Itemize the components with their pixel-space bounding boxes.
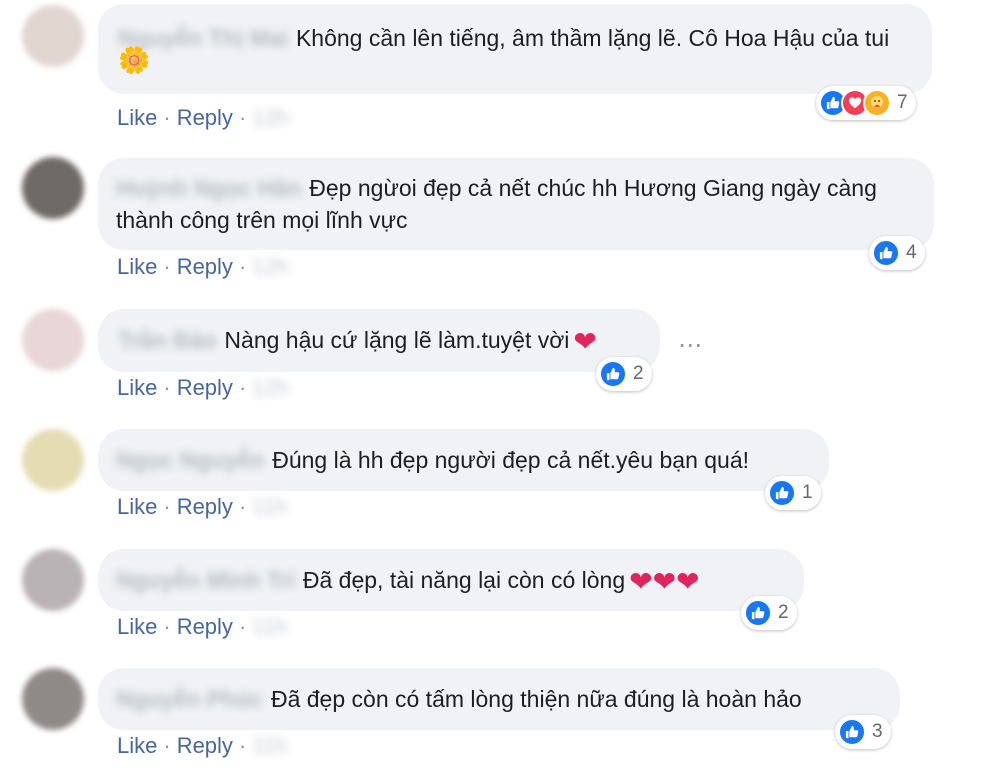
avatar[interactable] (22, 429, 84, 491)
comment-actions: Like · Reply · 12h (117, 105, 289, 131)
comment-bubble: Nguyễn Minh Trí Đã đẹp, tài năng lại còn … (98, 549, 804, 611)
like-reaction-icon (744, 599, 772, 627)
avatar[interactable] (22, 549, 84, 611)
timestamp[interactable]: 12h (252, 105, 289, 130)
reaction-count: 2 (778, 602, 789, 623)
avatar[interactable] (22, 668, 84, 730)
reply-link[interactable]: Reply (177, 254, 233, 279)
reaction-count: 7 (897, 92, 908, 113)
like-reaction-icon (599, 360, 627, 388)
reaction-summary[interactable]: 1 (765, 476, 821, 510)
timestamp[interactable]: 12h (252, 375, 289, 400)
like-link[interactable]: Like (117, 375, 157, 400)
heart-emoji: ❤ (573, 326, 597, 357)
timestamp[interactable]: 11h (252, 494, 287, 519)
comment-text: Đã đẹp, tài năng lại còn có lòng (302, 567, 626, 593)
like-reaction-icon (838, 718, 866, 746)
separator: · (163, 733, 171, 758)
commenter-name[interactable]: Trần Bảo (118, 324, 216, 356)
separator: · (163, 375, 171, 400)
like-link[interactable]: Like (117, 254, 157, 279)
like-link[interactable]: Like (117, 494, 157, 519)
reaction-count: 3 (872, 721, 883, 742)
comment-actions: Like · Reply · 12h (117, 375, 289, 401)
reply-link[interactable]: Reply (177, 733, 233, 758)
like-link[interactable]: Like (117, 105, 157, 130)
reply-link[interactable]: Reply (177, 375, 233, 400)
separator: · (238, 105, 247, 130)
comment-actions: Like · Reply · 11h (117, 614, 287, 640)
separator: · (238, 375, 247, 400)
commenter-name[interactable]: Nguyễn Phúc (116, 683, 263, 715)
separator: · (163, 105, 171, 130)
comment-actions: Like · Reply · 11h (117, 733, 287, 759)
flower-emoji: 🌼 (118, 45, 151, 75)
separator: · (163, 254, 171, 279)
reaction-summary[interactable]: 2 (741, 596, 797, 630)
comment-bubble: Nguyễn Phúc Đã đẹp còn có tấm lòng thiện … (98, 668, 900, 730)
commenter-name[interactable]: Nguyễn Minh Trí (116, 564, 295, 596)
more-options-icon[interactable]: ⋯ (678, 331, 704, 360)
like-reaction-icon (768, 479, 796, 507)
avatar[interactable] (22, 309, 84, 371)
separator: · (238, 733, 247, 758)
comment-bubble: Trần Bảo Nàng hậu cứ lặng lẽ làm.tuyệt vờ… (98, 309, 660, 372)
separator: · (163, 614, 171, 639)
timestamp[interactable]: 11h (252, 614, 287, 639)
care-reaction-icon (863, 89, 891, 117)
comment-actions: Like · Reply · 12h (117, 254, 289, 280)
commenter-name[interactable]: Huỳnh Ngọc Hân (116, 172, 301, 204)
comment-text: Nàng hậu cứ lặng lẽ làm.tuyệt vời (224, 327, 570, 353)
avatar[interactable] (22, 157, 84, 219)
reply-link[interactable]: Reply (177, 105, 233, 130)
comment-text: Đã đẹp còn có tấm lòng thiện nữa đúng là… (270, 686, 802, 712)
timestamp[interactable]: 11h (252, 733, 287, 758)
like-link[interactable]: Like (117, 733, 157, 758)
reaction-summary[interactable]: 2 (596, 357, 652, 391)
reply-link[interactable]: Reply (177, 614, 233, 639)
avatar[interactable] (22, 5, 84, 67)
separator: · (238, 614, 247, 639)
comment-text: Đúng là hh đẹp người đẹp cả nết.yêu bạn … (272, 447, 750, 473)
comment-bubble: Ngọc Nguyễn Đúng là hh đẹp người đẹp cả n… (98, 429, 829, 491)
commenter-name[interactable]: Ngọc Nguyễn (116, 444, 264, 476)
reaction-summary[interactable]: 4 (869, 236, 925, 270)
reaction-count: 4 (906, 242, 917, 263)
reaction-summary[interactable]: 7 (816, 86, 916, 120)
comment-bubble: Huỳnh Ngọc Hân Đẹp ngừoi đẹp cả nết chúc … (98, 158, 934, 250)
comment-text: Không cần lên tiếng, âm thầm lặng lẽ. Cô… (295, 25, 890, 51)
like-link[interactable]: Like (117, 614, 157, 639)
comment-actions: Like · Reply · 11h (117, 494, 287, 520)
reaction-summary[interactable]: 3 (835, 715, 891, 749)
reply-link[interactable]: Reply (177, 494, 233, 519)
separator: · (238, 494, 247, 519)
reaction-count: 1 (802, 482, 813, 503)
hearts-emoji: ❤❤❤ (629, 566, 700, 597)
like-reaction-icon (872, 239, 900, 267)
separator: · (163, 494, 171, 519)
timestamp[interactable]: 12h (252, 254, 289, 279)
reaction-count: 2 (633, 363, 644, 384)
comment-bubble: Nguyễn Thị Mai Không cần lên tiếng, âm th… (98, 4, 932, 94)
separator: · (238, 254, 247, 279)
